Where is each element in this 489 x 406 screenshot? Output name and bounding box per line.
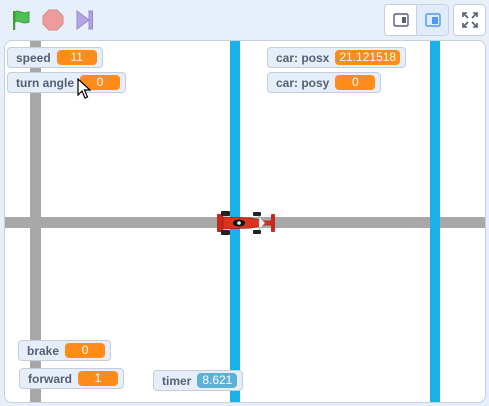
monitor-label: speed <box>16 50 51 65</box>
monitor-value: 11 <box>56 50 97 65</box>
car-posy-monitor[interactable]: car: posy 0 <box>267 72 382 93</box>
monitor-value: 1 <box>78 371 119 386</box>
fullscreen-icon <box>461 12 478 28</box>
monitor-value: 0 <box>335 75 376 90</box>
monitor-label: timer <box>162 373 192 388</box>
brake-monitor[interactable]: brake 0 <box>18 340 112 361</box>
normal-stage-icon <box>424 13 441 27</box>
monitor-value: 8.621 <box>197 373 238 388</box>
monitor-label: forward <box>28 371 73 386</box>
monitor-label: brake <box>27 343 60 358</box>
green-flag-icon[interactable] <box>10 8 34 32</box>
monitor-label: car: posx <box>276 50 330 65</box>
stage-canvas[interactable]: speed 11 turn angle 0 car: posx 21.12151… <box>4 40 486 403</box>
car-sprite[interactable] <box>215 211 277 235</box>
stop-icon[interactable] <box>41 8 65 32</box>
fullscreen-button[interactable] <box>453 4 486 36</box>
small-stage-icon <box>392 13 409 27</box>
small-stage-button[interactable] <box>384 4 417 36</box>
turn-angle-monitor[interactable]: turn angle 0 <box>7 72 127 93</box>
skip-icon[interactable] <box>73 8 97 32</box>
forward-monitor[interactable]: forward 1 <box>19 368 125 389</box>
monitor-value: 21.121518 <box>335 50 401 65</box>
speed-monitor[interactable]: speed 11 <box>7 47 103 68</box>
car-posx-monitor[interactable]: car: posx 21.121518 <box>267 47 407 68</box>
normal-stage-button[interactable] <box>416 4 449 36</box>
timer-monitor[interactable]: timer 8.621 <box>153 370 244 391</box>
mouse-cursor-icon <box>77 78 91 99</box>
monitor-label: turn angle <box>16 75 75 90</box>
lane-line-right <box>430 41 440 402</box>
monitor-label: car: posy <box>276 75 330 90</box>
stage-toolbar <box>0 0 489 40</box>
monitor-value: 0 <box>65 343 106 358</box>
